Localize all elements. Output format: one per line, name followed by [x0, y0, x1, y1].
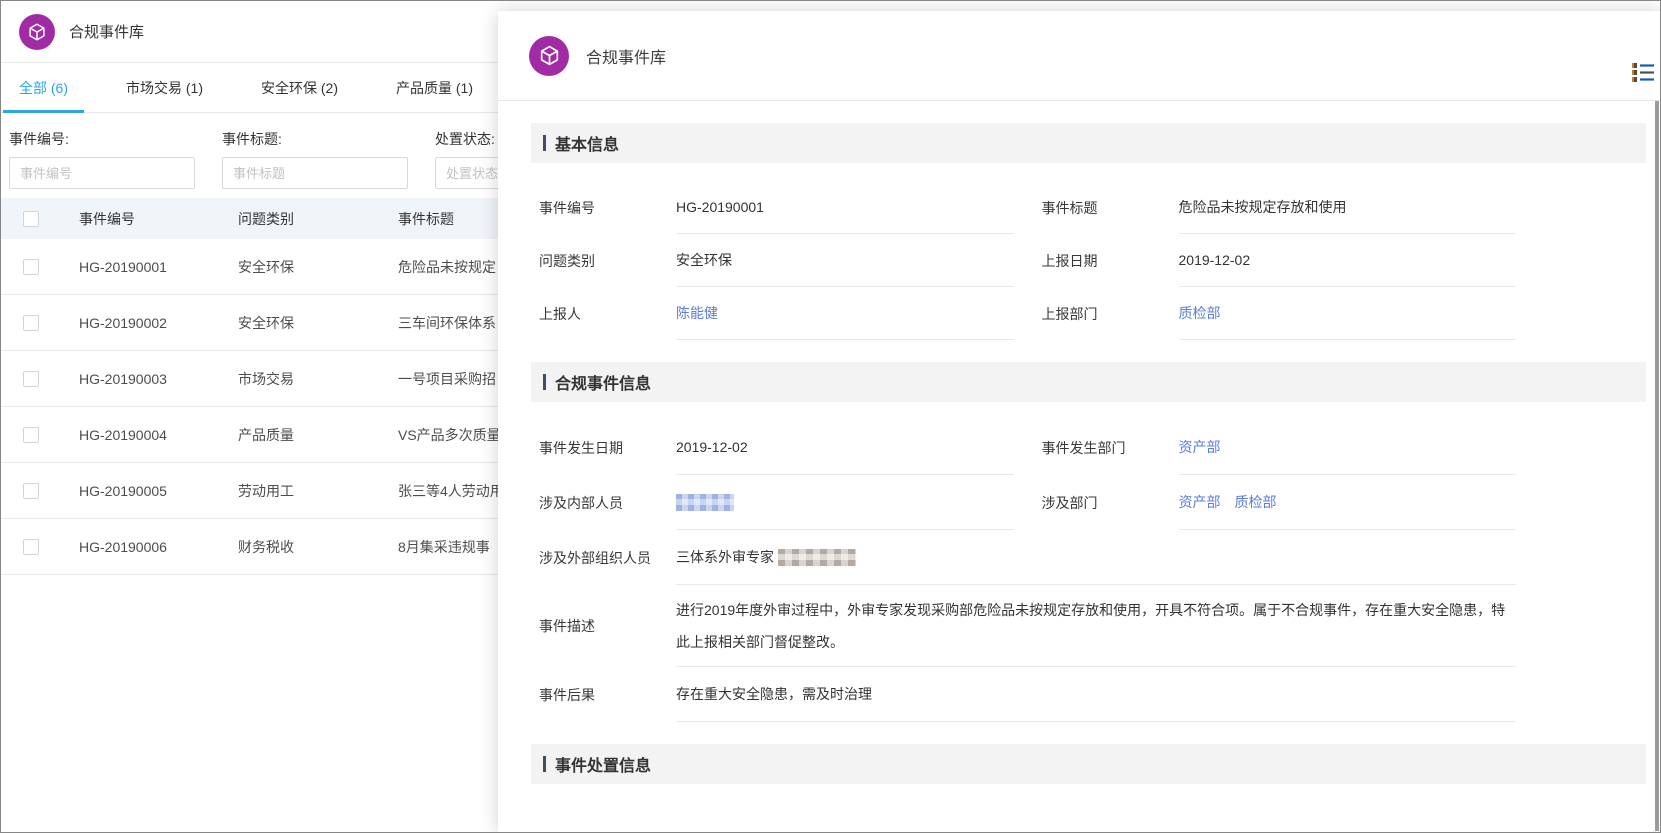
compliance-info-form: 事件发生日期 2019-12-02 事件发生部门 资产部 涉及内部人员 涉及部门… — [539, 420, 1516, 722]
cell-event-id: HG-20190003 — [79, 370, 167, 387]
cell-event-id: HG-20190006 — [79, 538, 167, 555]
field-value: 进行2019年度外审过程中，外审专家发现采购部危险品未按规定存放和使用，开具不符… — [676, 585, 1516, 667]
cell-category: 劳动用工 — [238, 482, 294, 499]
redacted-name-mosaic — [778, 548, 856, 566]
vertical-scrollbar[interactable] — [1655, 101, 1659, 831]
field-value: 危险品未按规定存放和使用 — [1178, 181, 1516, 234]
app-logo — [529, 35, 569, 76]
field-value: 三体系外审专家 — [676, 549, 774, 565]
row-checkbox[interactable] — [23, 258, 39, 275]
field-report-date: 上报日期 2019-12-02 — [1041, 234, 1516, 287]
event-detail-panel: 合规事件库 基本信息 事件编号 HG-20190001 事件标题 危险品未按规定… — [498, 11, 1660, 832]
field-label: 事件描述 — [539, 618, 595, 634]
field-description: 事件描述 进行2019年度外审过程中，外审专家发现采购部危险品未按规定存放和使用… — [539, 585, 1516, 667]
field-external-people: 涉及外部组织人员 三体系外审专家 — [539, 530, 1516, 585]
cell-event-id: HG-20190005 — [79, 482, 167, 499]
cell-event-id: HG-20190002 — [79, 314, 167, 331]
field-event-title: 事件标题 危险品未按规定存放和使用 — [1041, 181, 1516, 234]
section-title: 基本信息 — [555, 137, 620, 154]
column-category: 问题类别 — [238, 210, 294, 227]
app-window: 合规事件库 全部 (6) 市场交易 (1) 安全环保 (2) 产品质量 (1) … — [0, 0, 1661, 833]
field-occur-dept: 事件发生部门 资产部 — [1041, 420, 1516, 475]
cell-category: 市场交易 — [238, 370, 294, 387]
field-label: 事件编号 — [539, 199, 595, 216]
tab-market-trade[interactable]: 市场交易 (1) — [110, 63, 219, 112]
field-involved-depts: 涉及部门 资产部 质检部 — [1041, 475, 1516, 530]
field-label: 涉及部门 — [1041, 494, 1098, 511]
field-label: 上报部门 — [1041, 305, 1098, 322]
involved-dept-link[interactable]: 资产部 — [1179, 492, 1221, 512]
detail-panel-title: 合规事件库 — [586, 49, 667, 67]
filter-event-title-label: 事件标题: — [222, 131, 282, 147]
cell-category: 安全环保 — [238, 258, 294, 275]
field-label: 上报人 — [539, 305, 581, 322]
occur-dept-link[interactable]: 资产部 — [1179, 437, 1221, 457]
tab-all[interactable]: 全部 (6) — [3, 63, 84, 113]
field-reporter: 上报人 陈能健 — [539, 287, 1014, 340]
row-checkbox[interactable] — [23, 482, 39, 499]
cell-category: 财务税收 — [238, 538, 294, 555]
cube-icon — [540, 45, 558, 66]
field-label: 问题类别 — [539, 252, 595, 269]
cube-icon — [29, 22, 45, 41]
filter-event-id-label: 事件编号: — [9, 131, 69, 147]
field-label: 上报日期 — [1041, 252, 1098, 269]
filter-event-title: 事件标题: — [222, 129, 408, 189]
field-value: HG-20190001 — [676, 181, 1014, 234]
field-label: 事件后果 — [539, 686, 595, 703]
select-all-checkbox[interactable] — [23, 210, 39, 227]
field-event-id: 事件编号 HG-20190001 — [539, 181, 1014, 234]
row-checkbox[interactable] — [23, 314, 39, 331]
field-label: 事件发生部门 — [1041, 439, 1126, 456]
section-title: 事件处置信息 — [555, 758, 652, 775]
app-logo — [19, 13, 55, 50]
involved-dept-link[interactable]: 质检部 — [1235, 492, 1277, 512]
section-disposal-info: 事件处置信息 — [531, 744, 1646, 784]
section-basic-info: 基本信息 — [531, 123, 1646, 163]
section-compliance-info: 合规事件信息 — [531, 362, 1646, 402]
field-label: 涉及内部人员 — [539, 494, 623, 511]
detail-panel-header: 合规事件库 — [498, 11, 1660, 101]
list-menu-icon[interactable] — [1632, 63, 1654, 84]
field-value: 2019-12-02 — [1178, 234, 1516, 287]
cell-category: 产品质量 — [238, 426, 294, 443]
event-title-input[interactable] — [222, 157, 408, 189]
page-title: 合规事件库 — [69, 24, 145, 41]
cell-event-id: HG-20190004 — [79, 426, 167, 443]
field-value: 2019-12-02 — [676, 420, 1014, 475]
field-label: 涉及外部组织人员 — [539, 549, 651, 566]
field-label: 事件发生日期 — [539, 439, 623, 456]
section-title: 合规事件信息 — [555, 376, 652, 393]
cell-category: 安全环保 — [238, 314, 294, 331]
redacted-name-mosaic — [676, 493, 734, 511]
tab-safety-environment[interactable]: 安全环保 (2) — [245, 63, 354, 112]
row-checkbox[interactable] — [23, 370, 39, 387]
field-label: 事件标题 — [1041, 199, 1098, 216]
row-checkbox[interactable] — [23, 538, 39, 555]
event-id-input[interactable] — [9, 157, 195, 189]
tab-product-quality[interactable]: 产品质量 (1) — [380, 63, 489, 112]
row-checkbox[interactable] — [23, 426, 39, 443]
filter-event-id: 事件编号: — [9, 129, 195, 189]
reporter-link[interactable]: 陈能健 — [676, 303, 718, 323]
field-internal-people: 涉及内部人员 — [539, 475, 1014, 530]
column-event-id: 事件编号 — [79, 210, 135, 227]
field-value: 安全环保 — [676, 234, 1014, 287]
field-consequence: 事件后果 存在重大安全隐患，需及时治理 — [539, 667, 1516, 722]
basic-info-form: 事件编号 HG-20190001 事件标题 危险品未按规定存放和使用 问题类别 … — [539, 181, 1516, 340]
cell-event-id: HG-20190001 — [79, 258, 167, 275]
field-occur-date: 事件发生日期 2019-12-02 — [539, 420, 1014, 475]
field-category: 问题类别 安全环保 — [539, 234, 1014, 287]
report-dept-link[interactable]: 质检部 — [1179, 303, 1221, 323]
field-report-dept: 上报部门 质检部 — [1041, 287, 1516, 340]
field-value: 存在重大安全隐患，需及时治理 — [676, 667, 1516, 722]
